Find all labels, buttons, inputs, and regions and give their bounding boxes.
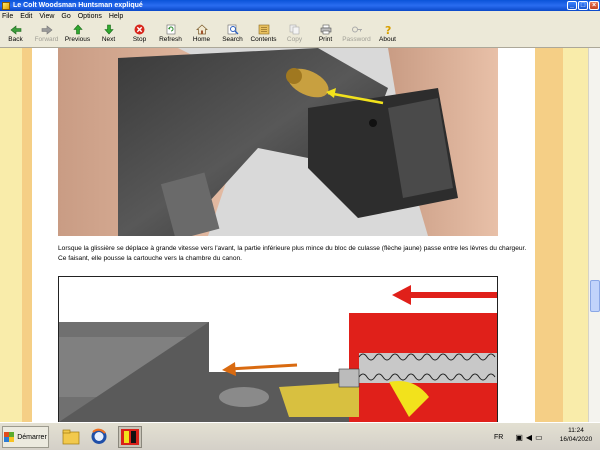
clock-time: 11:24 (568, 427, 584, 434)
next-button[interactable]: Next (93, 22, 124, 47)
password-icon (351, 24, 363, 35)
folder-icon[interactable] (62, 428, 80, 445)
back-button[interactable]: Back (0, 22, 31, 47)
start-button[interactable]: Démarrer (2, 426, 49, 448)
right-margin-stripe (535, 48, 563, 422)
contents-button[interactable]: Contents (248, 22, 279, 47)
app-icon (2, 1, 10, 10)
volume-icon[interactable]: ◀ (526, 433, 532, 442)
refresh-button[interactable]: Refresh (155, 22, 186, 47)
menu-go[interactable]: Go (61, 13, 70, 20)
menu-help[interactable]: Help (109, 13, 123, 20)
scrollbar-thumb[interactable] (590, 280, 600, 312)
copy-icon (289, 24, 301, 35)
menu-options[interactable]: Options (78, 13, 102, 20)
search-button[interactable]: Search (217, 22, 248, 47)
print-icon (320, 24, 332, 35)
vertical-scrollbar[interactable] (588, 48, 600, 422)
clock[interactable]: 11:24 16/04/2020 (555, 426, 597, 444)
mechanism-diagram (58, 276, 498, 422)
about-icon: ? (382, 24, 394, 35)
clock-date: 16/04/2020 (559, 436, 593, 443)
window-title: Le Colt Woodsman Huntsman expliqué (13, 2, 143, 9)
copy-button[interactable]: Copy (279, 22, 310, 47)
maximize-button[interactable]: □ (578, 1, 588, 10)
start-label: Démarrer (17, 433, 47, 441)
windows-logo-icon (4, 432, 15, 442)
contents-icon (258, 24, 270, 35)
title-bar: Le Colt Woodsman Huntsman expliqué _ □ × (0, 0, 600, 11)
language-indicator[interactable]: FR (494, 434, 503, 441)
menu-bar: File Edit View Go Options Help (0, 11, 600, 22)
back-arrow-icon (10, 24, 22, 35)
forward-arrow-icon (41, 24, 53, 35)
display-icon[interactable]: ▭ (535, 433, 543, 442)
stop-icon (134, 24, 146, 35)
minimize-button[interactable]: _ (567, 1, 577, 10)
svg-text:?: ? (385, 24, 391, 35)
down-arrow-icon (103, 24, 115, 35)
menu-view[interactable]: View (39, 13, 54, 20)
previous-button[interactable]: Previous (62, 22, 93, 47)
browser-icon[interactable] (90, 428, 108, 445)
password-button[interactable]: Password (341, 22, 372, 47)
menu-file[interactable]: File (2, 13, 13, 20)
about-button[interactable]: ? About (372, 22, 403, 47)
pistol-mechanism-photo (58, 48, 498, 236)
print-button[interactable]: Print (310, 22, 341, 47)
up-arrow-icon (72, 24, 84, 35)
home-icon (195, 24, 208, 35)
caption-text: Lorsque la glissière se déplace à grande… (58, 245, 527, 262)
stop-button[interactable]: Stop (124, 22, 155, 47)
toolbar: Back Forward Previous Next Stop Refresh … (0, 22, 600, 48)
network-icon[interactable]: ▣ (515, 433, 523, 442)
home-button[interactable]: Home (186, 22, 217, 47)
menu-edit[interactable]: Edit (20, 13, 32, 20)
active-app-task[interactable] (118, 426, 142, 448)
taskbar: Démarrer FR ▣ ◀ ▭ 11:24 16/04/2020 (0, 422, 600, 450)
close-button[interactable]: × (589, 1, 599, 10)
forward-button[interactable]: Forward (31, 22, 62, 47)
refresh-icon (165, 24, 177, 35)
search-icon (227, 24, 239, 35)
left-margin-stripe (22, 48, 32, 422)
